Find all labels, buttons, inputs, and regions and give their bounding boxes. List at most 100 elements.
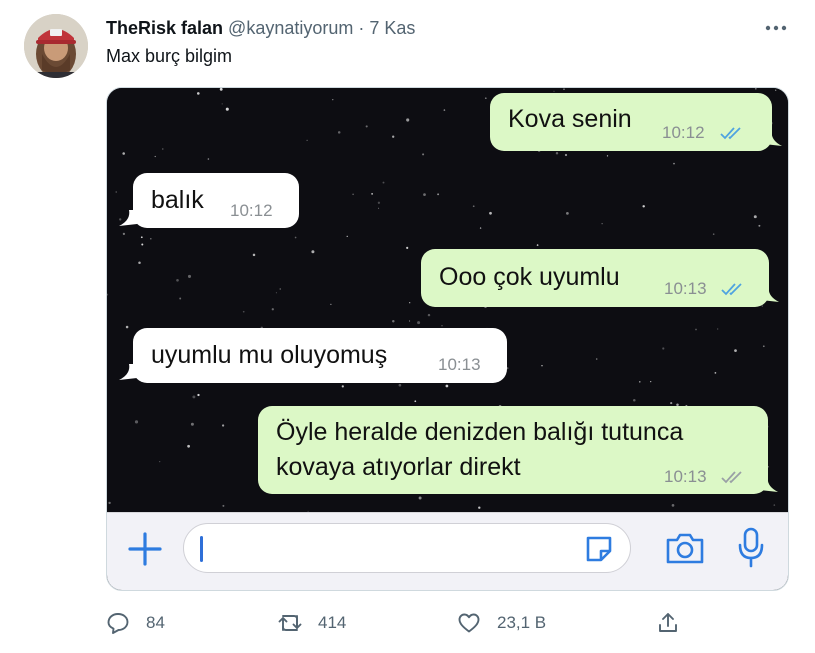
tweet: TheRisk falan @kaynatiyorum · 7 Kas Max … [0,0,815,653]
star [441,325,443,327]
message-bubble-outgoing: Ooo çok uyumlu 10:13 [421,249,769,307]
tweet-media[interactable]: Kova senin 10:12 balık 10:12 Ooo çok uyu… [106,87,789,591]
message-text-line-2: kovaya atıyorlar direkt [276,453,521,481]
message-time: 10:13 [664,279,707,298]
text-caret [200,536,203,562]
avatar[interactable] [24,14,88,78]
read-ticks-icon [720,127,741,140]
star [275,292,277,294]
star [712,233,715,235]
star [108,501,111,505]
star [382,181,385,184]
retweet-count: 414 [318,613,347,632]
share-icon [659,613,677,632]
retweet-button[interactable]: 414 [278,608,346,638]
user-handle[interactable]: @kaynatiyorum [228,18,353,39]
star [371,193,373,195]
star [479,227,482,229]
microphone-icon[interactable] [737,527,765,569]
star [192,395,196,399]
message-text: Ooo çok uyumlu [439,263,620,291]
star [225,107,229,111]
star [673,162,675,165]
star [541,364,543,367]
camera-icon[interactable] [665,530,705,566]
star [406,118,410,122]
like-button[interactable]: 23,1 B [457,608,546,638]
star [754,88,757,90]
message-input[interactable] [183,523,631,573]
star [445,384,449,388]
star [341,385,344,388]
star [650,380,652,383]
star [761,305,763,307]
star [279,288,281,290]
delivered-ticks-icon [721,471,742,484]
star [633,398,636,402]
share-button[interactable] [656,608,680,638]
star [484,97,487,100]
star [671,504,675,507]
reply-button[interactable]: 84 [106,608,165,638]
star [606,155,609,157]
star [187,444,190,448]
star [122,152,125,155]
star [221,103,223,105]
star [422,153,425,156]
star [409,302,411,304]
message-text: balık [151,186,204,214]
message-bubble-incoming: uyumlu mu oluyomuş 10:13 [133,328,507,383]
star [758,224,761,227]
sticker-icon[interactable] [584,534,614,564]
message-time: 10:13 [438,355,481,374]
star [714,372,717,374]
star [150,238,152,240]
star [662,347,665,350]
star [337,131,341,134]
star [417,321,421,325]
message-time: 10:13 [664,467,707,486]
separator: · [358,17,365,38]
read-ticks-icon [721,283,742,296]
tweet-text: Max burç bilgim [106,46,233,66]
star [138,261,141,265]
star [564,153,568,157]
star [125,325,129,329]
star [443,109,446,111]
star [536,244,539,246]
star [330,303,332,305]
message-text-line-1: Öyle heralde denizden balığı tutunca [276,418,684,446]
star [365,125,368,128]
message-time: 10:12 [662,123,705,142]
message-bubble-outgoing: Öyle heralde denizden balığı tutunca kov… [258,406,768,494]
star [717,328,719,330]
star [242,310,245,313]
star [346,235,348,237]
star [773,504,776,506]
star [187,274,192,278]
star [566,212,569,215]
star [775,89,777,91]
display-name[interactable]: TheRisk falan [106,18,223,39]
star [595,358,598,360]
star [294,236,297,239]
star [409,320,411,322]
more-button[interactable] [760,14,792,42]
star [311,250,315,254]
star [392,135,395,138]
plus-icon[interactable] [127,531,163,567]
star [555,152,559,155]
star [423,193,426,196]
message-text: uyumlu mu oluyomuş [151,341,388,369]
star [134,420,139,424]
star [642,205,645,208]
retweet-icon [278,615,302,631]
star [271,308,274,311]
star [398,383,402,387]
star [176,278,179,282]
star [141,243,144,246]
star [377,201,381,204]
star [639,381,641,383]
star [695,328,697,331]
tweet-date[interactable]: 7 Kas [369,18,415,39]
